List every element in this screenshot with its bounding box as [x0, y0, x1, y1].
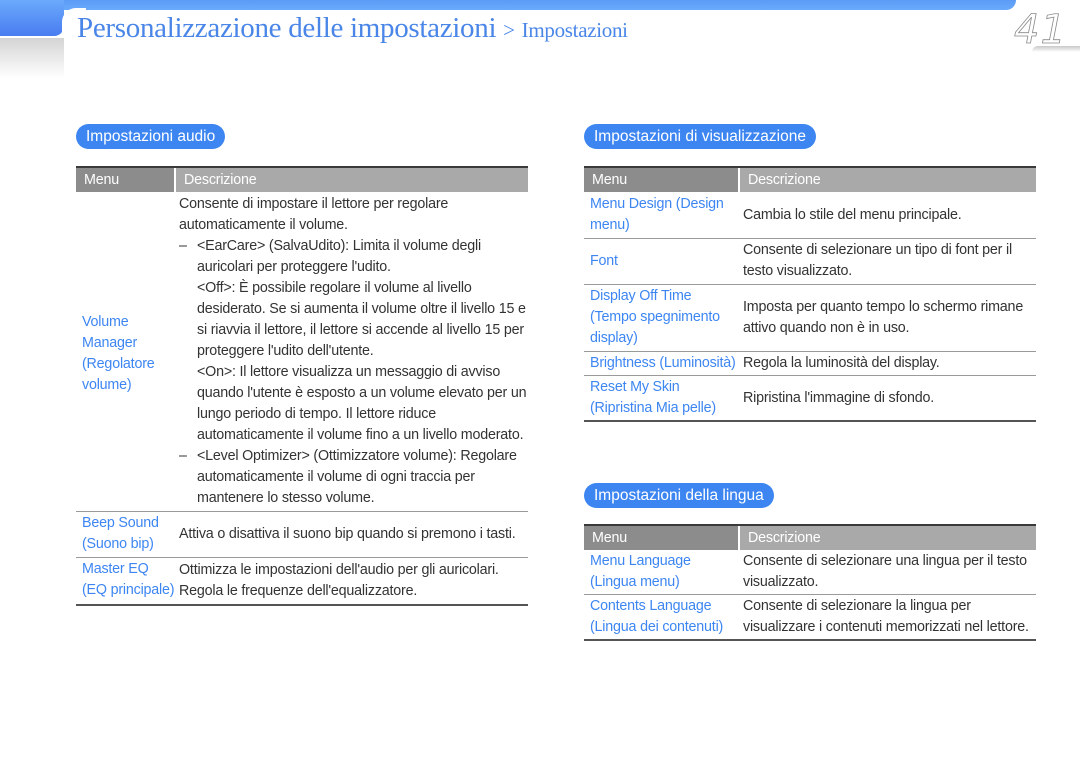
table-row: Volume Manager (Regolatore volume) Conse…	[76, 192, 528, 512]
column-header-menu: Menu	[584, 524, 739, 550]
audio-settings-table: Menu Descrizione Volume Manager (Regolat…	[76, 166, 528, 606]
menu-menu-design: Menu Design (Design menu)	[584, 192, 739, 239]
menu-beep-sound: Beep Sound (Suono bip)	[76, 511, 175, 558]
column-header-description: Descrizione	[738, 166, 1036, 192]
header-band	[0, 0, 1016, 10]
table-row: Reset My Skin (Ripristina Mia pelle) Rip…	[584, 375, 1036, 422]
dash-bullet: –	[179, 448, 187, 464]
earcare-item: – <EarCare> (SalvaUdito): Limita il volu…	[179, 236, 528, 278]
column-header-description: Descrizione	[738, 524, 1036, 550]
table-row: Menu Language (Lingua menu) Consente di …	[584, 550, 1036, 595]
menu-brightness: Brightness (Luminosità)	[584, 351, 739, 376]
menu-menu-language: Menu Language (Lingua menu)	[584, 550, 739, 595]
language-settings-table: Menu Descrizione Menu Language (Lingua m…	[584, 524, 1036, 641]
section-title-audio: Impostazioni audio	[76, 124, 226, 149]
table-row: Font Consente di selezionare un tipo di …	[584, 238, 1036, 285]
table-row: Master EQ (EQ principale) Ottimizza le i…	[76, 557, 528, 606]
column-header-menu: Menu	[584, 166, 739, 192]
menu-display-off-time: Display Off Time (Tempo spegnimento disp…	[584, 284, 739, 352]
description-menu-design: Cambia lo stile del menu principale.	[739, 192, 1036, 239]
level-optimizer-item: – <Level Optimizer> (Ottimizzatore volum…	[179, 446, 528, 509]
dash-bullet: –	[179, 238, 187, 254]
menu-font: Font	[584, 238, 739, 285]
description-font: Consente di selezionare un tipo di font …	[739, 238, 1036, 285]
table-header-row: Menu Descrizione	[584, 166, 1036, 192]
table-row: Contents Language (Lingua dei contenuti)…	[584, 594, 1036, 641]
column-header-menu: Menu	[76, 166, 175, 192]
earcare-on-text: <On>: Il lettore visualizza un messaggio…	[197, 364, 527, 443]
table-row: Menu Design (Design menu) Cambia lo stil…	[584, 192, 1036, 239]
level-optimizer-text: <Level Optimizer> (Ottimizzatore volume)…	[197, 448, 517, 506]
earcare-off-text: <Off>: È possibile regolare il volume al…	[197, 280, 526, 359]
earcare-text: <EarCare> (SalvaUdito): Limita il volume…	[197, 238, 482, 275]
description-master-eq: Ottimizza le impostazioni dell'audio per…	[175, 557, 528, 606]
section-title-display: Impostazioni di visualizzazione	[584, 124, 816, 149]
table-row: Brightness (Luminosità) Regola la lumino…	[584, 351, 1036, 376]
description-contents-language: Consente di selezionare la lingua per vi…	[739, 594, 1036, 641]
description-display-off-time: Imposta per quanto tempo lo schermo rima…	[739, 284, 1036, 352]
title-main: Personalizzazione delle impostazioni	[77, 12, 497, 44]
menu-reset-my-skin: Reset My Skin (Ripristina Mia pelle)	[584, 375, 739, 422]
menu-volume-manager: Volume Manager (Regolatore volume)	[76, 192, 175, 512]
display-settings-table: Menu Descrizione Menu Design (Design men…	[584, 166, 1036, 422]
title-sub: Impostazioni	[521, 18, 628, 42]
header-left-tab	[0, 0, 64, 36]
page-number-underline	[1032, 46, 1080, 52]
column-header-description: Descrizione	[174, 166, 528, 192]
description-brightness: Regola la luminosità del display.	[739, 351, 1036, 376]
header-left-shadow	[0, 38, 64, 78]
section-title-language: Impostazioni della lingua	[584, 483, 774, 508]
description-beep-sound: Attiva o disattiva il suono bip quando s…	[175, 511, 528, 558]
description-menu-language: Consente di selezionare una lingua per i…	[739, 550, 1036, 595]
menu-master-eq: Master EQ (EQ principale)	[76, 557, 175, 606]
table-row: Display Off Time (Tempo spegnimento disp…	[584, 284, 1036, 352]
description-volume-manager: Consente di impostare il lettore per reg…	[175, 192, 528, 512]
description-reset-my-skin: Ripristina l'immagine di sfondo.	[739, 375, 1036, 422]
table-header-row: Menu Descrizione	[76, 166, 528, 192]
page-title: Personalizzazione delle impostazioni > I…	[77, 12, 628, 45]
title-separator: >	[503, 18, 515, 42]
menu-contents-language: Contents Language (Lingua dei contenuti)	[584, 594, 739, 641]
table-row: Beep Sound (Suono bip) Attiva o disattiv…	[76, 511, 528, 558]
volume-manager-intro: Consente di impostare il lettore per reg…	[179, 196, 449, 233]
table-header-row: Menu Descrizione	[584, 524, 1036, 550]
